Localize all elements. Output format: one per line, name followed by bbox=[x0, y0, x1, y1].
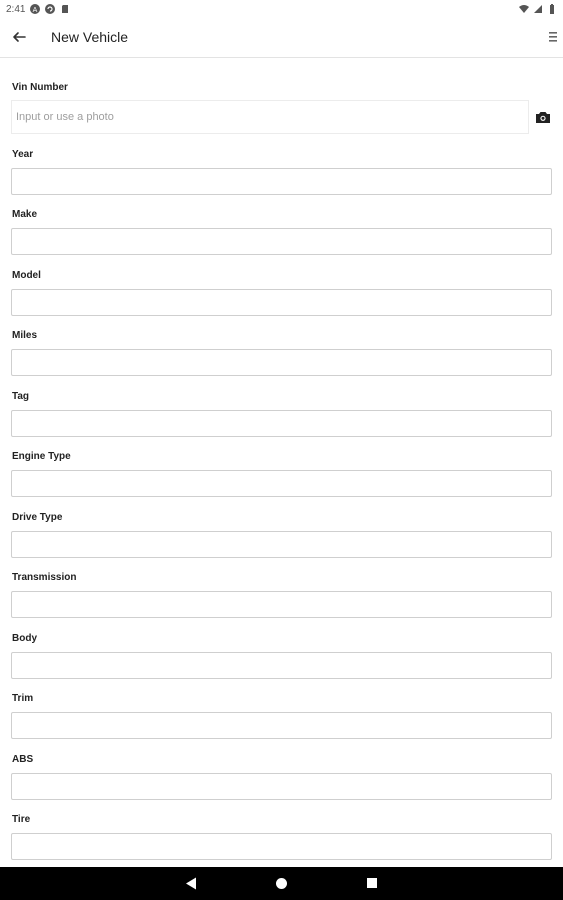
body-label: Body bbox=[12, 633, 37, 644]
app-bar: New Vehicle bbox=[0, 18, 563, 58]
status-bar: 2:41 A bbox=[0, 0, 563, 18]
sync-icon bbox=[45, 4, 56, 14]
nav-back-icon[interactable] bbox=[185, 877, 197, 890]
nav-recents-icon[interactable] bbox=[367, 878, 377, 888]
abs-label: ABS bbox=[12, 754, 34, 765]
tag-label: Tag bbox=[12, 391, 30, 402]
body-input[interactable] bbox=[11, 652, 552, 679]
menu-icon[interactable] bbox=[548, 30, 558, 44]
trim-label: Trim bbox=[12, 693, 34, 704]
battery-icon bbox=[550, 4, 554, 14]
system-nav-bar bbox=[0, 867, 563, 900]
make-label: Make bbox=[12, 209, 38, 220]
vin-number-input[interactable]: Input or use a photo bbox=[11, 100, 529, 134]
year-input[interactable] bbox=[11, 168, 552, 195]
tire-input[interactable] bbox=[11, 833, 552, 860]
nav-home-icon[interactable] bbox=[276, 878, 287, 889]
model-label: Model bbox=[12, 270, 41, 281]
a-icon: A bbox=[30, 4, 41, 14]
miles-input[interactable] bbox=[11, 349, 552, 376]
wifi-icon bbox=[519, 5, 529, 13]
make-input[interactable] bbox=[11, 228, 552, 255]
vin-number-placeholder: Input or use a photo bbox=[16, 111, 114, 123]
sd-card-icon bbox=[62, 5, 69, 13]
drive-type-input[interactable] bbox=[11, 531, 552, 558]
engine-type-input[interactable] bbox=[11, 470, 552, 497]
tag-input[interactable] bbox=[11, 410, 552, 437]
abs-input[interactable] bbox=[11, 773, 552, 800]
status-left: 2:41 A bbox=[6, 4, 70, 15]
svg-text:A: A bbox=[33, 7, 38, 14]
trim-input[interactable] bbox=[11, 712, 552, 739]
page-title: New Vehicle bbox=[51, 29, 129, 45]
transmission-input[interactable] bbox=[11, 591, 552, 618]
drive-type-label: Drive Type bbox=[12, 512, 63, 523]
arrow-back-icon[interactable] bbox=[10, 28, 28, 46]
tire-label: Tire bbox=[12, 814, 31, 825]
year-label: Year bbox=[12, 149, 34, 160]
status-time: 2:41 bbox=[6, 3, 26, 15]
status-right bbox=[519, 4, 557, 14]
vin-number-label: Vin Number bbox=[12, 82, 68, 93]
transmission-label: Transmission bbox=[12, 572, 77, 583]
miles-label: Miles bbox=[12, 330, 38, 341]
camera-icon[interactable] bbox=[535, 110, 551, 124]
engine-type-label: Engine Type bbox=[12, 451, 71, 462]
model-input[interactable] bbox=[11, 289, 552, 316]
signal-icon bbox=[534, 5, 542, 13]
